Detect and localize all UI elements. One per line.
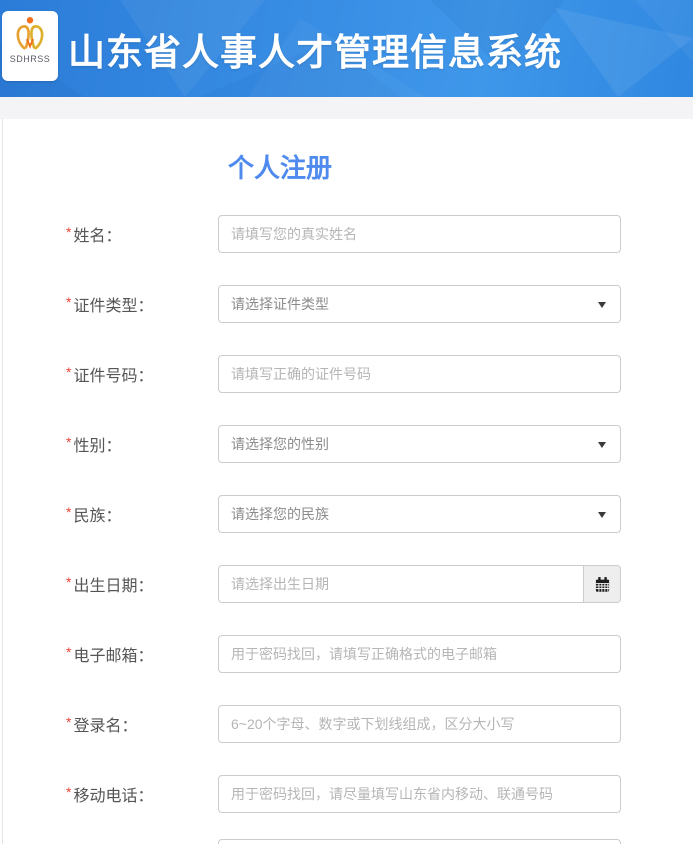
- form-row-id-type: *证件类型：请选择证件类型: [66, 285, 693, 323]
- form-row-real-name: *姓名：: [66, 215, 693, 253]
- form-row-login-name: *登录名：: [66, 705, 693, 743]
- required-asterisk: *: [66, 714, 71, 730]
- required-asterisk: *: [66, 294, 71, 310]
- field-label-text: 证件类型：: [73, 292, 153, 316]
- id-type-select[interactable]: 请选择证件类型: [218, 285, 621, 323]
- email-input[interactable]: [218, 635, 621, 673]
- header-divider-band: [0, 97, 693, 119]
- chevron-down-icon: [598, 302, 606, 308]
- field-label-id-number: *证件号码：: [66, 362, 218, 386]
- chevron-down-icon: [598, 512, 606, 518]
- form-row-id-number: *证件号码：: [66, 355, 693, 393]
- field-label-login-name: *登录名：: [66, 712, 218, 736]
- field-label-text: 移动电话：: [73, 782, 153, 806]
- field-control: [218, 355, 621, 393]
- logo-caption: SDHRSS: [10, 54, 51, 64]
- field-label-birth-date: *出生日期：: [66, 572, 218, 596]
- field-control: 请选择您的民族: [218, 495, 621, 533]
- real-name-input[interactable]: [218, 215, 621, 253]
- ethnicity-select[interactable]: 请选择您的民族: [218, 495, 621, 533]
- field-label-text: 证件号码：: [73, 362, 153, 386]
- required-asterisk: *: [66, 504, 71, 520]
- field-label-text: 姓名：: [73, 222, 121, 246]
- id-number-input[interactable]: [218, 355, 621, 393]
- required-asterisk: *: [66, 364, 71, 380]
- required-asterisk: *: [66, 784, 71, 800]
- calendar-icon: [594, 576, 611, 593]
- required-asterisk: *: [66, 644, 71, 660]
- field-control: 请选择证件类型: [218, 285, 621, 323]
- field-label-id-type: *证件类型：: [66, 292, 218, 316]
- field-label-ethnicity: *民族：: [66, 502, 218, 526]
- calendar-button[interactable]: [583, 565, 621, 603]
- birth-date-input[interactable]: [218, 565, 583, 603]
- form-row-ethnicity: *民族：请选择您的民族: [66, 495, 693, 533]
- field-label-gender: *性别：: [66, 432, 218, 456]
- field-control: 请选择您的性别: [218, 425, 621, 463]
- chevron-down-icon: [598, 442, 606, 448]
- field-label-email: *电子邮箱：: [66, 642, 218, 666]
- birth-date-group: [218, 565, 621, 603]
- selected-value: 请选择您的民族: [219, 504, 329, 524]
- field-label-real-name: *姓名：: [66, 222, 218, 246]
- required-asterisk: *: [66, 574, 71, 590]
- required-asterisk: *: [66, 434, 71, 450]
- field-label-text: 性别：: [73, 432, 121, 456]
- mobile-phone-input[interactable]: [218, 775, 621, 813]
- login-name-input[interactable]: [218, 705, 621, 743]
- app-title: 山东省人事人才管理信息系统: [68, 0, 562, 97]
- field-label-text: 民族：: [73, 502, 121, 526]
- page-title: 个人注册: [228, 153, 693, 183]
- gender-select[interactable]: 请选择您的性别: [218, 425, 621, 463]
- field-control: [218, 635, 621, 673]
- field-control: [218, 565, 621, 603]
- field-label-text: 电子邮箱：: [73, 642, 153, 666]
- field-control: [218, 705, 621, 743]
- app-logo: SDHRSS: [2, 11, 58, 81]
- form-row-mobile-phone: *移动电话：: [66, 775, 693, 813]
- field-label-text: 出生日期：: [73, 572, 153, 596]
- form-fields: *姓名：*证件类型：请选择证件类型*证件号码：*性别：请选择您的性别*民族：请选…: [3, 215, 693, 813]
- selected-value: 请选择证件类型: [219, 294, 329, 314]
- form-row-birth-date: *出生日期：: [66, 565, 693, 603]
- field-label-mobile-phone: *移动电话：: [66, 782, 218, 806]
- form-row-email: *电子邮箱：: [66, 635, 693, 673]
- required-asterisk: *: [66, 224, 71, 240]
- registration-panel: 个人注册 *姓名：*证件类型：请选择证件类型*证件号码：*性别：请选择您的性别*…: [2, 119, 693, 844]
- app-header: SDHRSS 山东省人事人才管理信息系统: [0, 0, 693, 97]
- field-control: [218, 215, 621, 253]
- field-label-text: 登录名：: [73, 712, 137, 736]
- form-row-gender: *性别：请选择您的性别: [66, 425, 693, 463]
- selected-value: 请选择您的性别: [219, 434, 329, 454]
- field-control: [218, 775, 621, 813]
- sdhrss-emblem-icon: [11, 15, 49, 53]
- next-field-input-partial[interactable]: [218, 839, 621, 844]
